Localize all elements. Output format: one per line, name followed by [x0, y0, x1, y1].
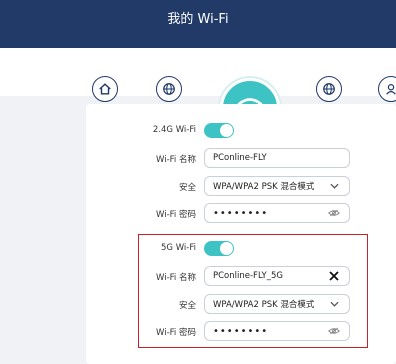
wifi24-password-field[interactable]: ••••••••: [204, 203, 350, 223]
wifi24-name-field[interactable]: PConline-FLY: [204, 148, 350, 168]
nav-bar: [0, 48, 396, 138]
wifi5-toggle-label: 5G Wi-Fi: [161, 243, 196, 253]
page-title: 我的 Wi-Fi: [167, 12, 229, 27]
wifi24-toggle-label: 2.4G Wi-Fi: [152, 125, 196, 135]
wifi5-name-field[interactable]: PConline-FLY_5G: [204, 266, 350, 286]
wifi24-security-select[interactable]: WPA/WPA2 PSK 混合模式: [204, 176, 350, 196]
wifi5-password-field[interactable]: ••••••••: [204, 321, 350, 341]
wifi5-toggle[interactable]: [204, 241, 234, 256]
home-icon[interactable]: [92, 76, 118, 102]
wifi24-security-label: 安全: [178, 183, 196, 193]
wifi5-security-value: WPA/WPA2 PSK 混合模式: [213, 300, 315, 310]
wifi5-security-select[interactable]: WPA/WPA2 PSK 混合模式: [204, 294, 350, 314]
wifi5-name-label: Wi-Fi 名称: [156, 273, 196, 283]
wifi24-name-label: Wi-Fi 名称: [156, 155, 196, 165]
wifi24-security-value: WPA/WPA2 PSK 混合模式: [213, 182, 315, 192]
wifi24-password-value: ••••••••: [213, 207, 269, 219]
user-icon[interactable]: [378, 76, 396, 102]
wifi24-password-label: Wi-Fi 密码: [156, 210, 196, 220]
app-header: 我的 Wi-Fi: [0, 0, 396, 48]
chevron-down-icon: [325, 301, 343, 307]
eye-hidden-icon[interactable]: [325, 209, 343, 217]
wifi5-password-label: Wi-Fi 密码: [156, 328, 196, 338]
chevron-down-icon: [325, 183, 343, 189]
wifi24-name-value: PConline-FLY: [213, 153, 267, 163]
wifi24-toggle[interactable]: [204, 123, 234, 138]
wifi5-password-value: ••••••••: [213, 325, 269, 337]
clear-icon[interactable]: [325, 271, 343, 281]
wifi5-security-label: 安全: [178, 301, 196, 311]
eye-hidden-icon[interactable]: [325, 327, 343, 335]
globe-icon[interactable]: [156, 76, 182, 102]
wifi5-name-value: PConline-FLY_5G: [213, 271, 283, 281]
globe-icon-2[interactable]: [316, 76, 342, 102]
